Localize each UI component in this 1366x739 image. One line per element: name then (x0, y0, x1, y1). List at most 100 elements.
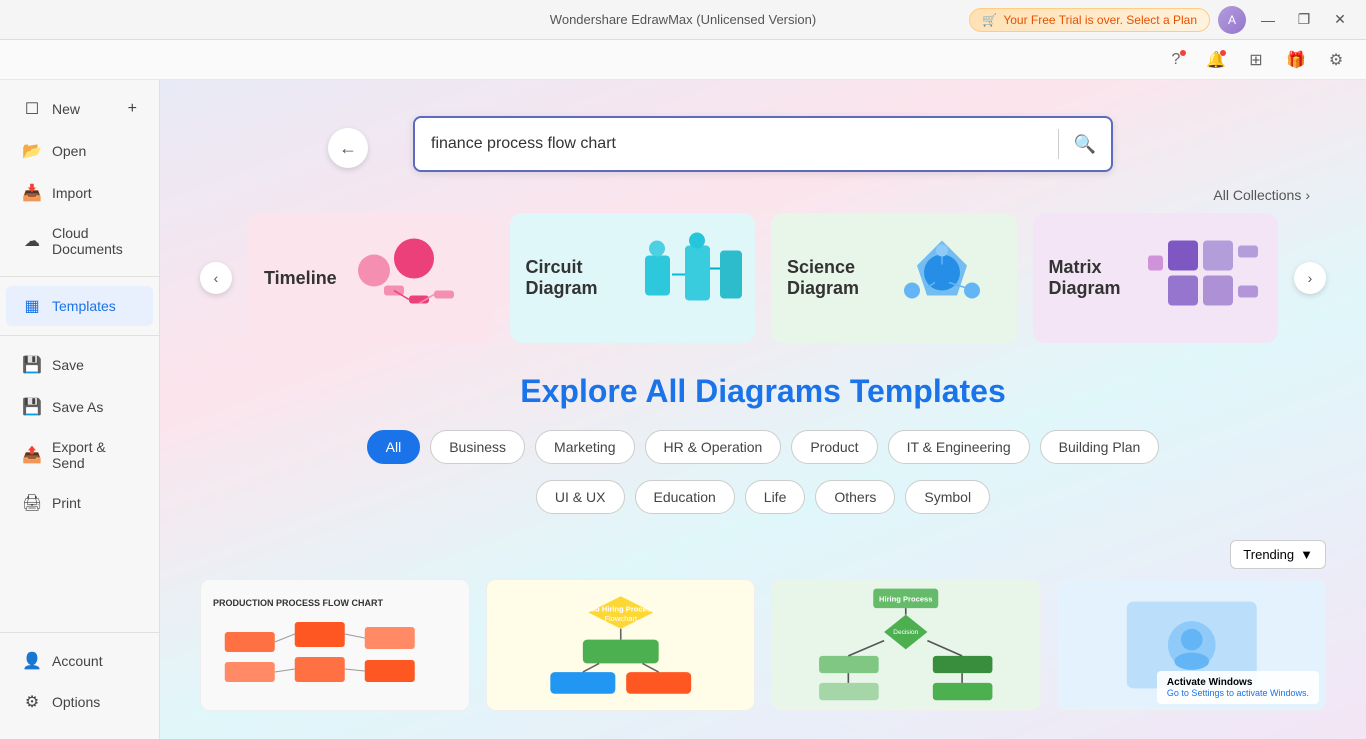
options-icon: ⚙ (22, 692, 42, 712)
sidebar-divider-3 (0, 632, 159, 633)
import-icon: 📥 (22, 183, 42, 203)
science-label: Science Diagram (787, 257, 887, 299)
template-card-activate[interactable]: Activate Windows Go to Settings to activ… (1057, 579, 1327, 711)
sidebar-item-account[interactable]: 👤 Account (6, 641, 153, 681)
sidebar-item-cloud[interactable]: ☁ Cloud Documents (6, 215, 153, 267)
filter-education[interactable]: Education (635, 480, 735, 514)
matrix-img (1138, 231, 1268, 326)
plus-icon: + (128, 100, 137, 118)
main-layout: ☐ New + 📂 Open 📥 Import ☁ Cloud Document… (0, 80, 1366, 739)
carousel-section: ‹ Timeline (160, 203, 1366, 353)
sidebar-item-new-label: New (52, 101, 80, 117)
circuit-label: Circuit Diagram (526, 257, 626, 299)
sidebar-item-options-label: Options (52, 694, 100, 710)
filter-building[interactable]: Building Plan (1040, 430, 1160, 464)
filter-product[interactable]: Product (791, 430, 877, 464)
carousel-track: Timeline (232, 213, 1294, 343)
templates-icon: ▦ (22, 296, 42, 316)
new-icon: ☐ (22, 99, 42, 119)
carousel-card-matrix[interactable]: Matrix Diagram (1033, 213, 1279, 343)
matrix-label: Matrix Diagram (1049, 257, 1149, 299)
svg-text:Job Hiring Process: Job Hiring Process (586, 604, 655, 613)
carousel-card-science[interactable]: Science Diagram (771, 213, 1017, 343)
sidebar-item-cloud-label: Cloud Documents (52, 225, 137, 257)
restore-button[interactable]: ❐ (1290, 6, 1318, 34)
sidebar-divider (0, 276, 159, 277)
filter-uiux[interactable]: UI & UX (536, 480, 625, 514)
avatar[interactable]: A (1218, 6, 1246, 34)
community-icon[interactable]: ⊞ (1242, 46, 1270, 74)
filter-business[interactable]: Business (430, 430, 525, 464)
cart-icon: 🛒 (982, 13, 997, 27)
trial-badge[interactable]: 🛒 Your Free Trial is over. Select a Plan (969, 8, 1210, 32)
search-input[interactable] (415, 121, 1058, 167)
template-img-hiring2: Hiring Process Decision (772, 580, 1040, 710)
sidebar-item-print[interactable]: 🖨 Print (6, 483, 153, 523)
timeline-img (354, 231, 484, 326)
account-icon: 👤 (22, 651, 42, 671)
sidebar-item-open[interactable]: 📂 Open (6, 131, 153, 171)
filter-marketing[interactable]: Marketing (535, 430, 634, 464)
settings-icon[interactable]: ⚙ (1322, 46, 1350, 74)
explore-section: Explore All Diagrams Templates All Busin… (160, 353, 1366, 540)
content-area: ← 🔍 All Collections › ‹ Timeline (160, 80, 1366, 739)
print-icon: 🖨 (22, 493, 42, 513)
filter-life[interactable]: Life (745, 480, 806, 514)
trial-text: Your Free Trial is over. Select a Plan (1003, 13, 1197, 27)
open-icon: 📂 (22, 141, 42, 161)
explore-prefix: Explore (520, 373, 645, 409)
export-icon: 📤 (22, 445, 42, 465)
sort-chevron-icon: ▼ (1300, 547, 1313, 562)
templates-toolbar: Trending ▼ (160, 540, 1366, 579)
sidebar-item-new[interactable]: ☐ New + (6, 89, 153, 129)
sort-select[interactable]: Trending ▼ (1230, 540, 1326, 569)
sidebar-item-options[interactable]: ⚙ Options (6, 682, 153, 722)
sort-label: Trending (1243, 547, 1294, 562)
toolbar: ? 🔔 ⊞ 🎁 ⚙ (0, 40, 1366, 80)
gift-icon[interactable]: 🎁 (1282, 46, 1310, 74)
sidebar-item-saveas[interactable]: 💾 Save As (6, 387, 153, 427)
titlebar: Wondershare EdrawMax (Unlicensed Version… (0, 0, 1366, 40)
filter-symbol[interactable]: Symbol (905, 480, 990, 514)
back-button[interactable]: ← (328, 128, 368, 168)
sidebar-item-print-label: Print (52, 495, 81, 511)
filter-tags-row2: UI & UX Education Life Others Symbol (200, 480, 1326, 514)
template-img-production: PRODUCTION PROCESS FLOW CHART (201, 580, 469, 710)
sidebar-item-open-label: Open (52, 143, 86, 159)
template-card-hiring2[interactable]: Hiring Process Decision (771, 579, 1041, 711)
watermark-title: Activate Windows (1167, 677, 1309, 688)
all-collections-link[interactable]: All Collections › (1213, 187, 1310, 203)
sidebar-divider-2 (0, 335, 159, 336)
template-card-production[interactable]: PRODUCTION PROCESS FLOW CHART (200, 579, 470, 711)
template-card-hiring1[interactable]: Job Hiring Process Flowchart (486, 579, 756, 711)
cloud-icon: ☁ (22, 231, 42, 251)
carousel-prev-button[interactable]: ‹ (200, 262, 232, 294)
carousel-card-timeline[interactable]: Timeline (248, 213, 494, 343)
save-icon: 💾 (22, 355, 42, 375)
filter-others[interactable]: Others (815, 480, 895, 514)
help-icon[interactable]: ? (1162, 46, 1190, 74)
svg-text:Decision: Decision (893, 629, 918, 636)
sidebar-item-account-label: Account (52, 653, 103, 669)
sidebar-item-export[interactable]: 📤 Export & Send (6, 429, 153, 481)
carousel-card-circuit[interactable]: Circuit Diagram (510, 213, 756, 343)
notification-icon[interactable]: 🔔 (1202, 46, 1230, 74)
sidebar: ☐ New + 📂 Open 📥 Import ☁ Cloud Document… (0, 80, 160, 739)
filter-hr[interactable]: HR & Operation (645, 430, 782, 464)
carousel-next-button[interactable]: › (1294, 262, 1326, 294)
filter-it[interactable]: IT & Engineering (888, 430, 1030, 464)
sidebar-item-templates[interactable]: ▦ Templates (6, 286, 153, 326)
saveas-icon: 💾 (22, 397, 42, 417)
close-button[interactable]: ✕ (1326, 6, 1354, 34)
minimize-button[interactable]: — (1254, 6, 1282, 34)
timeline-label: Timeline (264, 268, 337, 289)
titlebar-right: 🛒 Your Free Trial is over. Select a Plan… (969, 6, 1354, 34)
filter-all[interactable]: All (367, 430, 421, 464)
templates-grid: PRODUCTION PROCESS FLOW CHART (160, 579, 1366, 731)
search-button[interactable]: 🔍 (1059, 118, 1111, 170)
template-img-hiring1: Job Hiring Process Flowchart (487, 580, 755, 710)
sidebar-item-save[interactable]: 💾 Save (6, 345, 153, 385)
filter-tags: All Business Marketing HR & Operation Pr… (200, 430, 1326, 464)
sidebar-item-import[interactable]: 📥 Import (6, 173, 153, 213)
app-title: Wondershare EdrawMax (Unlicensed Version… (550, 12, 816, 27)
